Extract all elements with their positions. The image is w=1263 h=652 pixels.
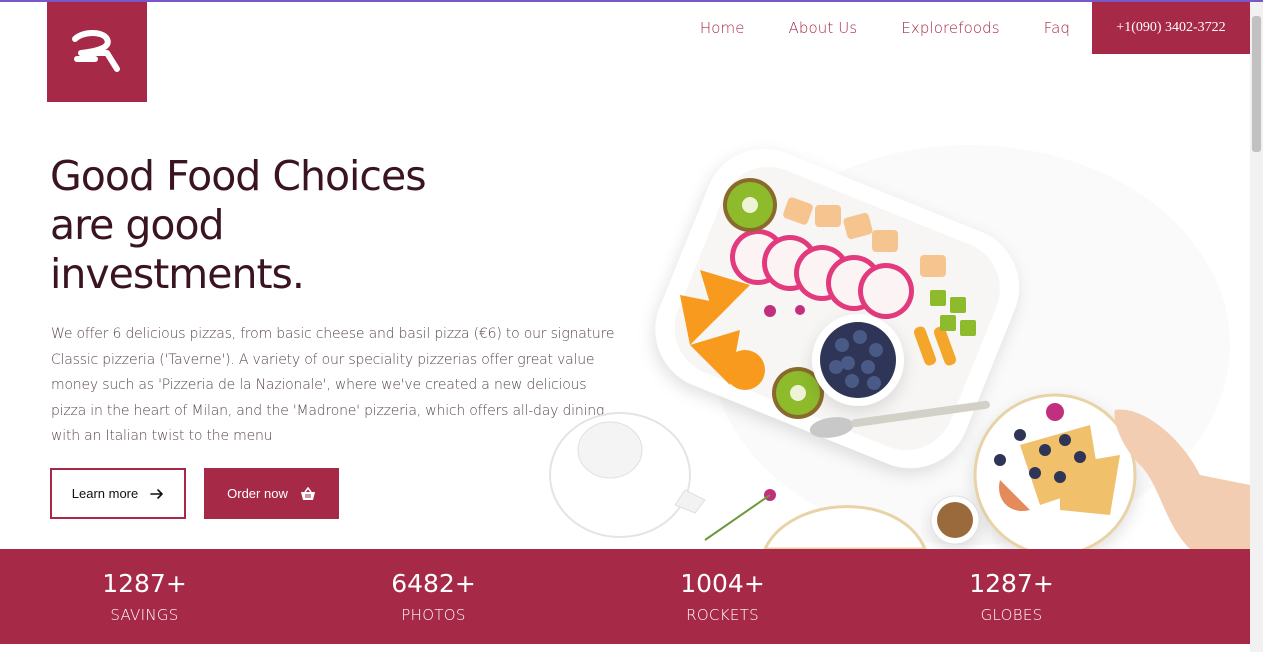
stat-savings: 1287+ SAVINGS <box>0 549 289 644</box>
hero-title: Good Food Choices are good investments. <box>50 152 510 299</box>
nav-faq-link[interactable]: Faq <box>1044 19 1070 37</box>
page-scrollbar[interactable] <box>1250 2 1263 652</box>
stats-band: 1287+ SAVINGS 6482+ PHOTOS 1004+ ROCKETS… <box>0 549 1250 644</box>
stat-globes: 1287+ GLOBES <box>867 549 1156 644</box>
stat-value: 1287+ <box>102 569 187 598</box>
order-now-label: Order now <box>227 486 288 501</box>
nav-explorefoods-link[interactable]: Explorefoods <box>901 19 999 37</box>
stat-label: PHOTOS <box>401 606 466 624</box>
hero-title-line: investments. <box>50 250 305 298</box>
shopping-basket-icon <box>300 486 315 500</box>
arrow-right-icon <box>150 488 164 499</box>
order-now-button[interactable]: Order now <box>204 468 339 519</box>
learn-more-button[interactable]: Learn more <box>50 468 186 519</box>
hero-title-line: Good Food Choices <box>50 152 427 200</box>
stat-label: GLOBES <box>980 606 1043 624</box>
stat-value: 1287+ <box>969 569 1054 598</box>
nav-home-link[interactable]: Home <box>700 19 745 37</box>
logo[interactable] <box>47 2 147 102</box>
learn-more-label: Learn more <box>71 486 139 501</box>
stat-label: ROCKETS <box>686 606 759 624</box>
phone-button[interactable]: +1(090) 3402-3722 <box>1092 2 1250 54</box>
hero-title-line: are good <box>50 201 225 249</box>
scrollbar-thumb[interactable] <box>1252 16 1261 152</box>
main-nav: Home About Us Explorefoods Faq +1(090) 3… <box>700 2 1250 54</box>
nav-about-link[interactable]: About Us <box>789 19 858 37</box>
stat-value: 1004+ <box>680 569 765 598</box>
food-plates-illustration <box>549 145 1250 549</box>
stat-photos: 6482+ PHOTOS <box>289 549 578 644</box>
stat-label: SAVINGS <box>110 606 179 624</box>
stat-value: 6482+ <box>391 569 476 598</box>
stat-rockets: 1004+ ROCKETS <box>578 549 867 644</box>
stylized-2-logo-icon <box>72 30 120 72</box>
